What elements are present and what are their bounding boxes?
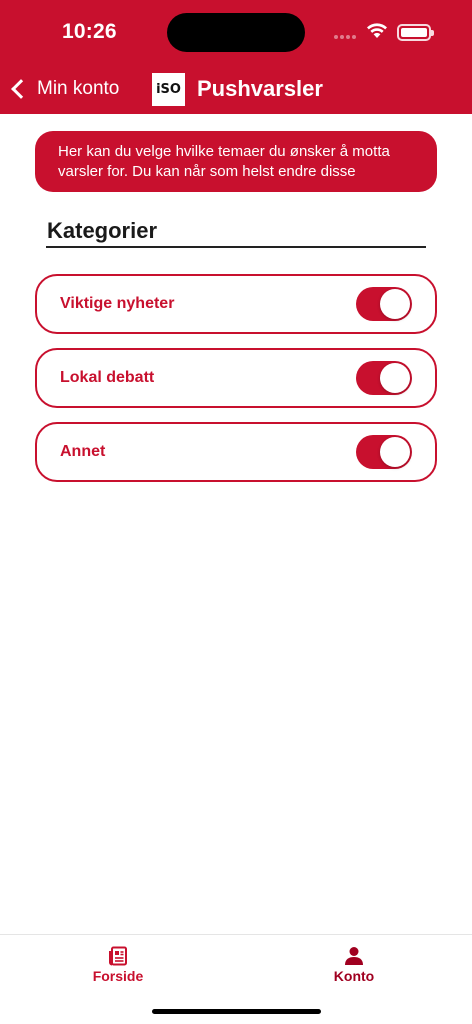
info-banner-text: Her kan du velge hvilke temaer du ønsker…	[58, 143, 390, 180]
wifi-icon	[367, 23, 387, 38]
toggle-knob	[380, 437, 410, 467]
iso-logo: iSO	[152, 73, 185, 106]
toggle-knob	[380, 363, 410, 393]
category-row-viktige-nyheter: Viktige nyheter	[35, 274, 437, 334]
toggle-annet[interactable]	[356, 435, 412, 469]
back-label: Min konto	[37, 78, 120, 99]
toggle-lokal-debatt[interactable]	[356, 361, 412, 395]
tab-label-konto: Konto	[333, 968, 375, 984]
newspaper-icon	[109, 946, 127, 966]
dynamic-island	[167, 13, 305, 52]
section-divider	[46, 246, 426, 248]
tab-konto[interactable]: Konto	[294, 935, 414, 995]
category-label: Viktige nyheter	[60, 295, 175, 312]
page-title: Pushvarsler	[197, 76, 323, 101]
back-button[interactable]: Min konto	[8, 74, 119, 104]
category-row-lokal-debatt: Lokal debatt	[35, 348, 437, 408]
home-indicator	[152, 1009, 321, 1014]
person-icon	[345, 947, 363, 965]
status-time: 10:26	[62, 20, 117, 43]
chevron-left-icon	[11, 79, 31, 99]
category-row-annet: Annet	[35, 422, 437, 482]
cellular-signal-icon	[334, 35, 356, 39]
tab-label-forside: Forside	[92, 968, 144, 984]
battery-icon	[397, 24, 434, 41]
section-heading: Kategorier	[47, 218, 158, 243]
toggle-knob	[380, 289, 410, 319]
toggle-viktige-nyheter[interactable]	[356, 287, 412, 321]
category-label: Annet	[60, 443, 106, 460]
tab-forside[interactable]: Forside	[58, 935, 178, 995]
info-banner: Her kan du velge hvilke temaer du ønsker…	[35, 131, 437, 192]
app-header: 10:26 Min konto iSO Pushvarsler	[0, 0, 472, 114]
logo-text: iSO	[156, 82, 181, 97]
category-label: Lokal debatt	[60, 369, 155, 386]
